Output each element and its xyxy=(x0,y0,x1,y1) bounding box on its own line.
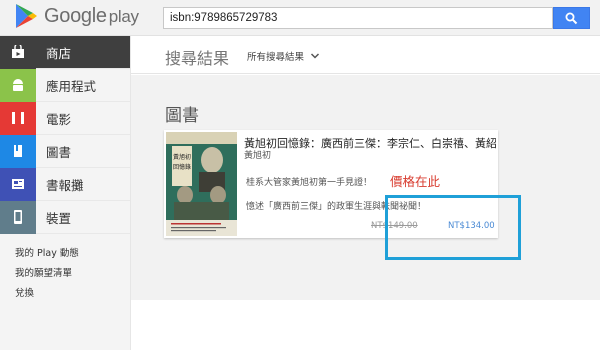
device-icon xyxy=(0,200,36,234)
newsstand-icon xyxy=(0,167,36,201)
book-cover-art: 黃旭初 回憶錄 xyxy=(166,132,237,236)
section-title: 圖書 xyxy=(165,106,199,126)
results-filter-dropdown[interactable]: 所有搜尋結果 xyxy=(247,49,320,63)
sidebar-item-store[interactable]: 商店 xyxy=(0,35,130,69)
sidebar-item-label: 圖書 xyxy=(46,144,72,160)
film-icon xyxy=(0,101,36,135)
android-icon xyxy=(0,68,36,102)
sidebar-links: 我的 Play 動態 我的願望清單 兌換 xyxy=(0,234,130,304)
my-play-activity-link[interactable]: 我的 Play 動態 xyxy=(0,244,130,264)
logo-text: Google play xyxy=(44,4,139,27)
my-wishlist-link[interactable]: 我的願望清單 xyxy=(0,264,130,284)
store-icon xyxy=(0,35,36,69)
search-input[interactable] xyxy=(163,7,553,29)
page-footer-area xyxy=(131,300,600,350)
book-tagline: 桂系大管家黃旭初第一手見證！ xyxy=(246,178,373,188)
logo-suffix: play xyxy=(108,6,139,26)
sidebar-item-label: 商店 xyxy=(46,45,72,61)
cover-title-2: 回憶錄 xyxy=(173,163,191,171)
sidebar-item-newsstand[interactable]: 書報攤 xyxy=(0,167,130,201)
book-title[interactable]: 黃旭初回憶錄：廣西前三傑：李宗仁、白崇禧、黃紹竑 xyxy=(244,135,496,151)
page-title: 搜尋結果 xyxy=(165,49,230,68)
filter-label: 所有搜尋結果 xyxy=(247,52,305,63)
book-cover[interactable]: 黃旭初 回憶錄 xyxy=(166,132,237,236)
sidebar-item-books[interactable]: 圖書 xyxy=(0,134,130,168)
chevron-down-icon xyxy=(310,53,320,59)
search-button[interactable] xyxy=(553,7,590,29)
price-callout-annotation: 價格在此 xyxy=(390,174,441,189)
sidebar: 商店 應用程式 電影 圖書 書報攤 裝置 我的 Play 動態 我的願望清單 兌… xyxy=(0,35,131,350)
sidebar-item-devices[interactable]: 裝置 xyxy=(0,200,130,234)
search-icon xyxy=(565,12,578,24)
cover-title-1: 黃旭初 xyxy=(173,153,191,161)
sidebar-item-label: 裝置 xyxy=(46,210,72,226)
book-author[interactable]: 黃旭初 xyxy=(244,148,271,161)
book-icon xyxy=(0,134,36,168)
sidebar-item-label: 應用程式 xyxy=(46,78,97,94)
sidebar-item-label: 書報攤 xyxy=(46,177,84,193)
sidebar-item-movies[interactable]: 電影 xyxy=(0,101,130,135)
google-play-logo[interactable]: Google play xyxy=(14,3,139,29)
sidebar-item-label: 電影 xyxy=(46,111,72,127)
redeem-link[interactable]: 兌換 xyxy=(0,284,130,304)
top-bar: Google play xyxy=(0,0,600,36)
results-header: 搜尋結果 所有搜尋結果 xyxy=(131,36,600,74)
play-triangle-icon xyxy=(16,4,37,28)
price-highlight-box xyxy=(385,195,521,260)
sidebar-item-apps[interactable]: 應用程式 xyxy=(0,68,130,102)
